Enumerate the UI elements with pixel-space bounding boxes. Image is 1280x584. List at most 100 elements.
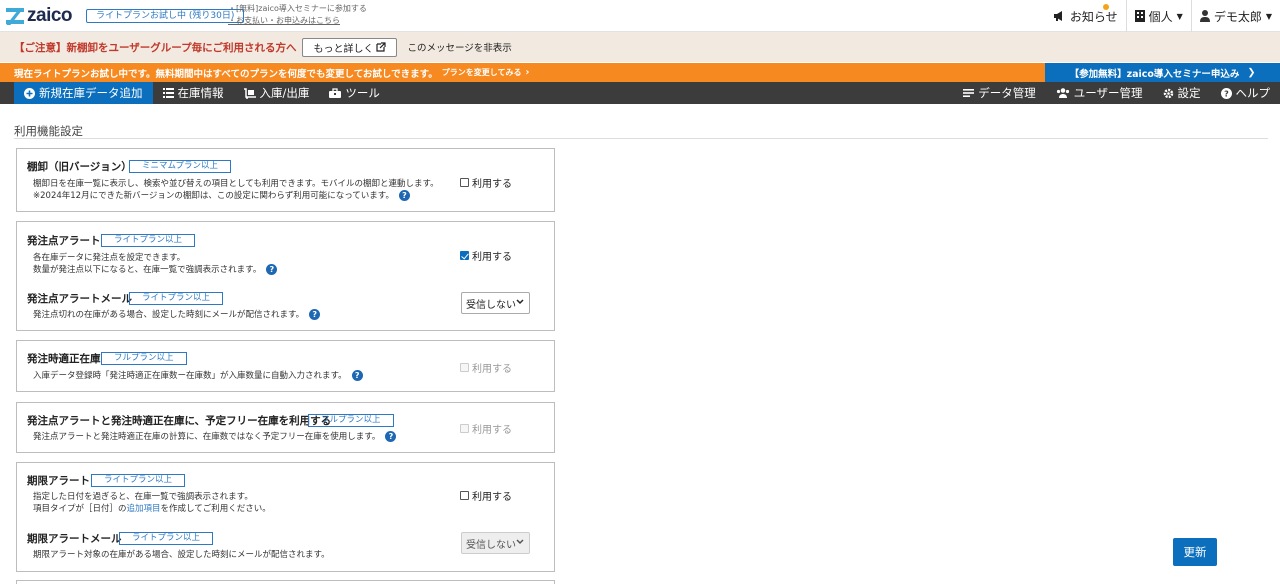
account-type-label: 個人 [1148,9,1173,24]
checkbox-box[interactable] [460,424,469,433]
chevron-down-icon [516,299,524,305]
setting-description: 各在庫データに発注点を設定できます。 数量が発注点以下になると、在庫一覧で強調表… [33,252,278,276]
desc-line: 項目タイプが［日付］の追加項目を作成してご利用ください。 [33,503,271,515]
checkbox-label: 利用する [472,252,512,263]
notifications-label: お知らせ [1069,9,1118,24]
setting-title: 期限アラート [27,475,90,487]
user-menu[interactable]: デモ太郎 ▼ [1190,0,1280,32]
setting-title: 発注点アラートメール [27,293,132,305]
expiry-alert-checkbox[interactable]: 利用する [460,488,512,503]
setting-title: 発注時適正在庫 [27,353,101,365]
setting-description: 発注点切れの在庫がある場合、設定した時刻にメールが配信されます。? [33,309,321,321]
nav-label: 入庫/出庫 [259,86,310,100]
setting-stocktake: 棚卸（旧バージョン） ミニマムプラン以上 棚卸日を在庫一覧に表示し、検索や並び替… [16,148,555,212]
plan-badge: ライトプラン以上 [91,474,186,487]
setting-title: 期限アラートメール [27,533,122,545]
checkbox-box[interactable] [460,251,469,260]
checkbox-box[interactable] [460,363,469,372]
expiry-alert-mail-select[interactable]: 受信しない [461,532,530,554]
sliders-icon [963,89,975,97]
select-value: 受信しない [466,299,516,311]
checkbox-box[interactable] [460,178,469,187]
nav-help[interactable]: ? ヘルプ [1211,82,1280,104]
checkbox-box[interactable] [460,491,469,500]
list-icon [162,88,174,98]
desc-text: を作成してご利用ください。 [160,504,271,514]
help-icon[interactable]: ? [309,309,321,320]
setting-description: 棚卸日を在庫一覧に表示し、検索や並び替えの項目としても利用できます。モバイルの棚… [33,178,439,202]
setting-description: 期限アラート対象の在庫がある場合、設定した時刻にメールが配信されます。 [33,549,330,561]
main-nav: 新規在庫データ追加 在庫情報 入庫/出庫 ツール データ管理 ユーザー管理 設定… [0,82,1280,104]
chevron-right-icon: ❯ [1247,67,1256,78]
chevron-right-icon: › [525,67,530,78]
plan-badge: フルプラン以上 [101,352,187,365]
hide-message-link[interactable]: このメッセージを非表示 [407,40,511,54]
additional-field-link[interactable]: 追加項目 [127,504,161,514]
desc-text: 発注点アラートと発注時適正在庫の計算に、在庫数ではなく予定フリー在庫を使用します… [33,432,381,442]
plan-badge: ライトプラン以上 [129,292,224,305]
desc-text: 発注点切れの在庫がある場合、設定した時刻にメールが配信されます。 [33,310,305,320]
notifications-button[interactable]: お知らせ [1045,0,1126,32]
desc-text: 入庫データ登録時「発注時適正在庫数ー在庫数」が入庫数量に自動入力されます。 [33,371,347,381]
caret-down-icon: ▼ [1265,11,1272,21]
desc-line: 数量が発注点以下になると、在庫一覧で強調表示されます。? [33,264,278,276]
help-icon[interactable]: ? [351,370,363,381]
free-stock-checkbox[interactable]: 利用する [460,421,512,436]
plan-badge: ライトプラン以上 [101,234,196,247]
nav-user-management[interactable]: ユーザー管理 [1046,82,1153,104]
nav-stock-in-out[interactable]: 入庫/出庫 [234,82,320,104]
nav-label: ツール [345,86,380,100]
order-alert-checkbox[interactable]: 利用する [460,248,512,263]
setting-description: 発注点アラートと発注時適正在庫の計算に、在庫数ではなく予定フリー在庫を使用します… [33,431,397,443]
select-value: 受信しない [466,539,516,551]
setting-proper-stock: 発注時適正在庫 フルプラン以上 入庫データ登録時「発注時適正在庫数ー在庫数」が入… [16,340,555,392]
question-circle-icon: ? [1220,87,1232,99]
svg-text:?: ? [1224,89,1229,98]
user-icon [1199,10,1210,22]
notification-dot [1102,4,1109,10]
order-alert-mail-select[interactable]: 受信しない [461,292,530,314]
desc-text: ※2024年12月にできた新バージョンの棚卸は、この設定に関わらず利用可能になっ… [33,191,394,201]
more-details-label: もっと詳しく [313,43,374,55]
checkbox-label: 利用する [472,425,512,436]
promo-text: 現在ライトプランお試し中です。無料期間中はすべてのプランを何度でも変更してお試し… [14,68,438,80]
setting-description: 入庫データ登録時「発注時適正在庫数ー在庫数」が入庫数量に自動入力されます。? [33,370,363,382]
title-divider [14,138,1268,139]
external-link-icon [376,42,387,52]
help-icon[interactable]: ? [398,190,410,201]
payment-link[interactable]: ・お支払い・お申込みはこちら [228,15,367,27]
nav-label: データ管理 [978,86,1036,100]
setting-title: 発注点アラート [27,235,101,247]
nav-inventory-info[interactable]: 在庫情報 [153,82,234,104]
seminar-link[interactable]: ・[無料]zaico導入セミナーに参加する [228,3,367,15]
zaico-logo-icon [6,8,24,25]
seminar-signup-button[interactable]: 【参加無料】zaico導入セミナー申込み ❯ [1045,63,1280,82]
zaico-logo[interactable]: zaico [6,5,73,26]
change-plan-link[interactable]: プランを変更してみる [442,67,522,78]
proper-stock-checkbox[interactable]: 利用する [460,360,512,375]
plus-circle-icon [24,87,35,99]
stocktake-checkbox[interactable]: 利用する [460,175,512,190]
desc-text: 期限アラート対象の在庫がある場合、設定した時刻にメールが配信されます。 [33,550,330,560]
seminar-signup-label: 【参加無料】zaico導入セミナー申込み [1069,68,1240,80]
top-header: zaico ライトプランお試し中 (残り30日) ・[無料]zaico導入セミナ… [0,0,1280,32]
plan-badge: ミニマムプラン以上 [129,160,231,173]
desc-line: 指定した日付を過ぎると、在庫一覧で強調表示されます。 [33,492,253,502]
toolbox-icon [329,88,342,98]
more-details-button[interactable]: もっと詳しく [302,37,398,57]
gear-icon [1163,88,1173,98]
trial-badge[interactable]: ライトプランお試し中 (残り30日) [86,9,245,23]
checkbox-label: 利用する [472,492,512,503]
help-icon[interactable]: ? [266,264,278,275]
checkbox-label: 利用する [472,179,512,190]
account-type-menu[interactable]: 個人 ▼ [1125,0,1191,32]
nav-add-inventory[interactable]: 新規在庫データ追加 [14,82,153,104]
help-icon[interactable]: ? [385,431,397,442]
nav-tools[interactable]: ツール [319,82,390,104]
update-button[interactable]: 更新 [1173,538,1217,566]
notice-bar: 【ご注意】新棚卸をユーザーグループ毎にご利用される方へ もっと詳しく このメッセ… [0,32,1280,62]
nav-settings[interactable]: 設定 [1153,82,1211,104]
trial-promo-bar: 現在ライトプランお試し中です。無料期間中はすべてのプランを何度でも変更してお試し… [0,63,1045,82]
nav-data-management[interactable]: データ管理 [953,82,1046,104]
caret-down-icon: ▼ [1176,11,1183,21]
